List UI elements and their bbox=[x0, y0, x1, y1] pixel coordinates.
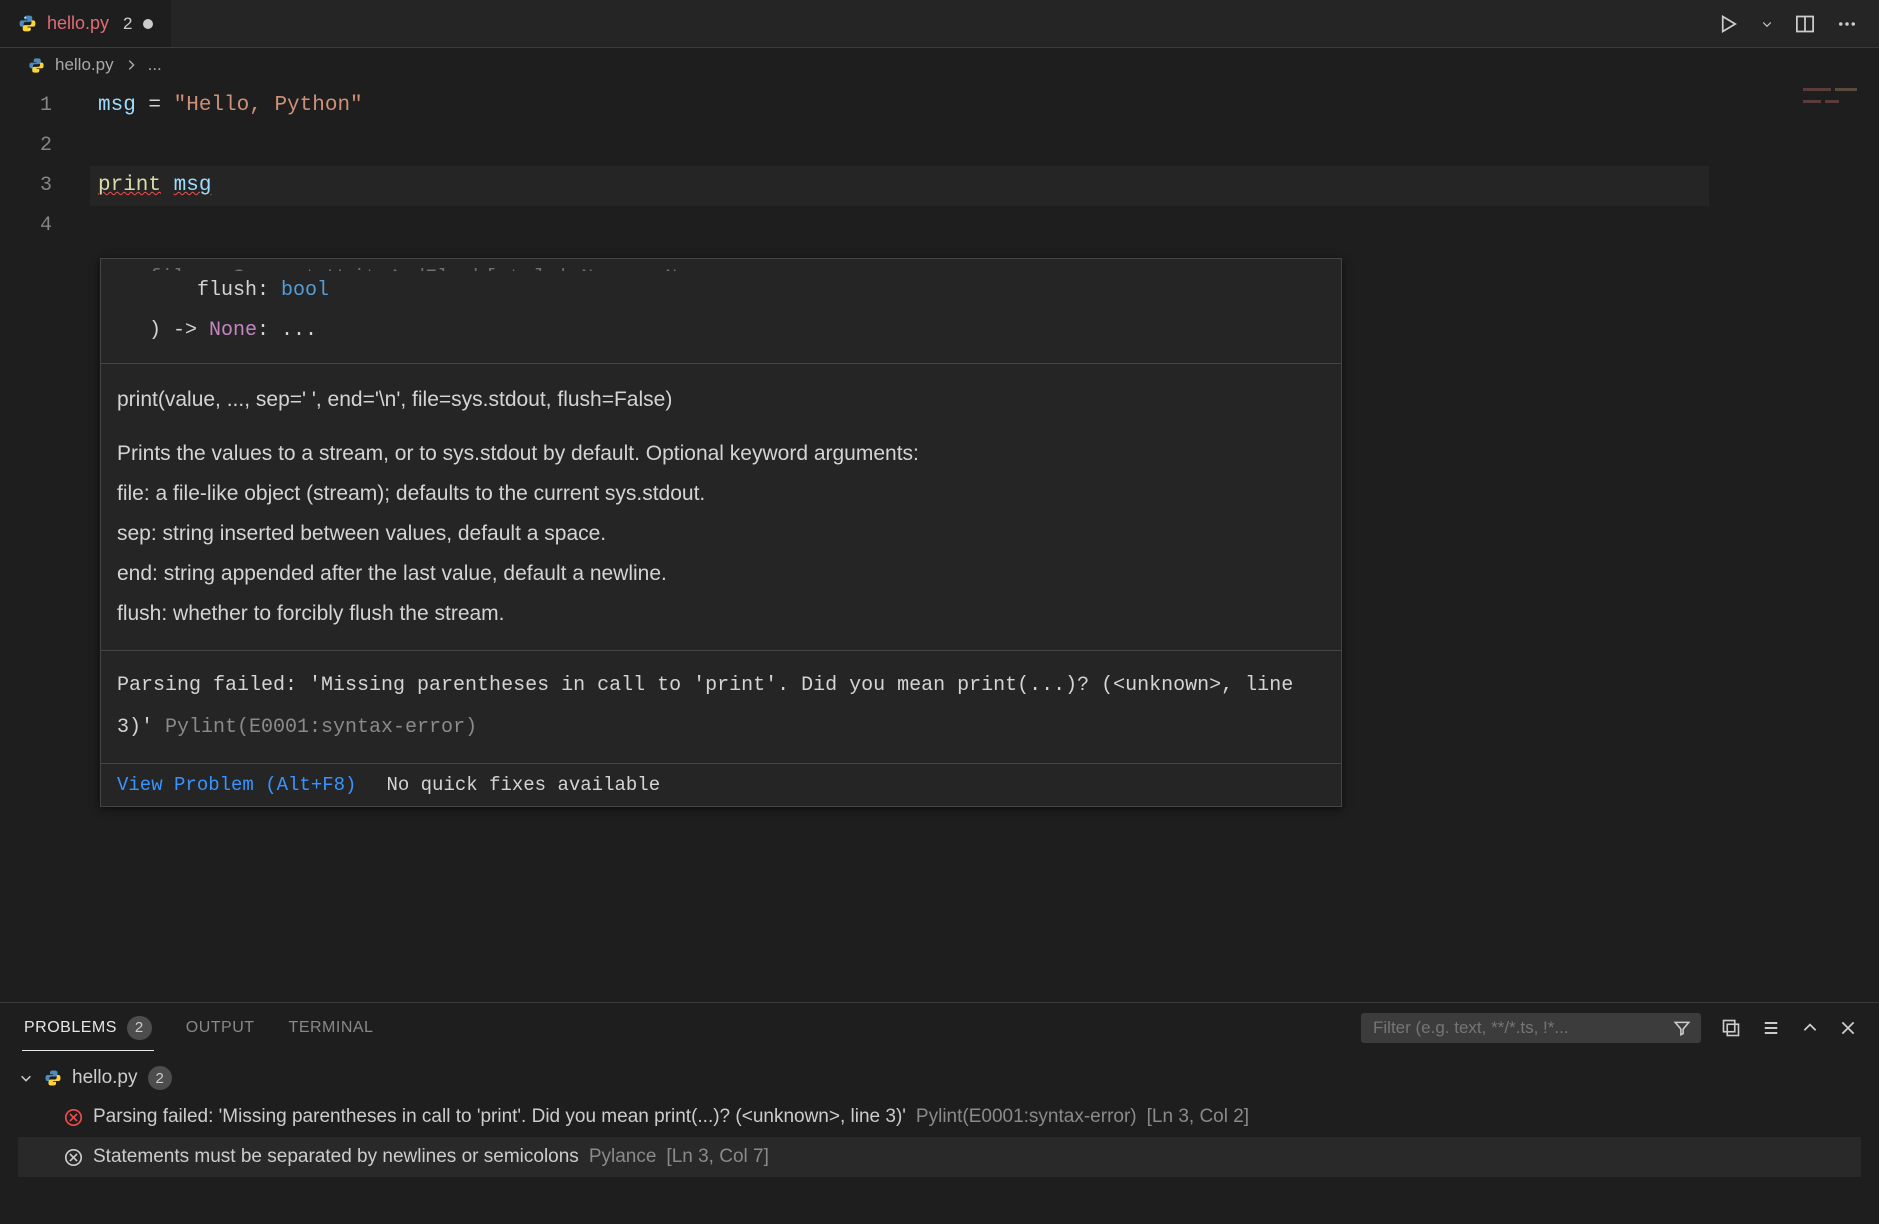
signature-overflow: file: _SupportsWriteAndFlush[str] | None… bbox=[149, 259, 1325, 271]
hover-documentation: print(value, ..., sep=' ', end='\n', fil… bbox=[101, 364, 1341, 651]
token-operator: = bbox=[136, 94, 174, 117]
minimap[interactable] bbox=[1803, 86, 1863, 116]
line-number: 3 bbox=[0, 166, 78, 206]
token-variable: msg bbox=[174, 174, 212, 197]
bottom-panel: PROBLEMS 2 OUTPUT TERMINAL bbox=[0, 1002, 1879, 1224]
filter-input[interactable] bbox=[1371, 1017, 1665, 1039]
tab-error-count: 2 bbox=[123, 14, 132, 34]
panel-tabs: PROBLEMS 2 OUTPUT TERMINAL bbox=[0, 1003, 1879, 1053]
doc-signature: print(value, ..., sep=' ', end='\n', fil… bbox=[117, 380, 1325, 420]
sig-param-type: bool bbox=[281, 279, 329, 302]
problems-count-badge: 2 bbox=[127, 1016, 152, 1040]
tab-label: OUTPUT bbox=[186, 1019, 255, 1037]
code-content[interactable]: msg = "Hello, Python" print msg bbox=[98, 86, 1709, 246]
breadcrumb[interactable]: hello.py ... bbox=[0, 48, 1879, 82]
file-problem-count: 2 bbox=[148, 1066, 172, 1090]
tab-hello-py[interactable]: hello.py 2 bbox=[0, 0, 171, 47]
tab-label: PROBLEMS bbox=[24, 1019, 117, 1037]
code-editor[interactable]: 1 2 3 4 msg = "Hello, Python" print msg … bbox=[0, 82, 1879, 1002]
token-function: print bbox=[98, 174, 161, 197]
line-number: 4 bbox=[0, 206, 78, 246]
hover-footer: View Problem (Alt+F8) No quick fixes ava… bbox=[101, 764, 1341, 806]
breadcrumb-file: hello.py bbox=[55, 55, 114, 75]
token-variable: msg bbox=[98, 94, 136, 117]
token-string: "Hello, Python" bbox=[174, 94, 363, 117]
doc-line: sep: string inserted between values, def… bbox=[117, 514, 1325, 554]
sig-arrow: ) -> bbox=[149, 319, 209, 342]
problem-location: [Ln 3, Col 7] bbox=[666, 1146, 768, 1168]
split-editor-icon[interactable] bbox=[1795, 14, 1815, 34]
breadcrumb-rest: ... bbox=[148, 55, 162, 75]
sig-param-name: flush: bbox=[149, 279, 281, 302]
filter-icon[interactable] bbox=[1673, 1019, 1691, 1037]
hover-popup: file: _SupportsWriteAndFlush[str] | None… bbox=[100, 258, 1342, 807]
problems-file-row[interactable]: hello.py 2 bbox=[18, 1059, 1861, 1097]
sig-return-type: None bbox=[209, 319, 257, 342]
editor-tabbar: hello.py 2 bbox=[0, 0, 1879, 48]
python-icon bbox=[44, 1069, 62, 1087]
tab-output[interactable]: OUTPUT bbox=[184, 1009, 257, 1047]
sig-ellipsis: : ... bbox=[257, 319, 317, 342]
problem-message: Statements must be separated by newlines… bbox=[93, 1146, 579, 1168]
view-as-list-icon[interactable] bbox=[1761, 1018, 1781, 1038]
tab-filename: hello.py bbox=[47, 13, 109, 34]
doc-line: flush: whether to forcibly flush the str… bbox=[117, 594, 1325, 634]
dirty-indicator-icon bbox=[143, 19, 153, 29]
doc-line: end: string appended after the last valu… bbox=[117, 554, 1325, 594]
run-icon[interactable] bbox=[1719, 14, 1739, 34]
chevron-right-icon bbox=[124, 58, 138, 72]
close-panel-icon[interactable] bbox=[1839, 1019, 1857, 1037]
doc-line: Prints the values to a stream, or to sys… bbox=[117, 434, 1325, 474]
chevron-down-icon[interactable] bbox=[18, 1071, 34, 1085]
problem-item[interactable]: Parsing failed: 'Missing parentheses in … bbox=[18, 1097, 1861, 1137]
more-actions-icon[interactable] bbox=[1837, 14, 1857, 34]
problems-filter[interactable] bbox=[1361, 1013, 1701, 1043]
line-number: 2 bbox=[0, 126, 78, 166]
problem-source: Pylint(E0001:syntax-error) bbox=[916, 1106, 1137, 1128]
doc-line: file: a file-like object (stream); defau… bbox=[117, 474, 1325, 514]
python-icon bbox=[28, 57, 45, 74]
file-name: hello.py bbox=[72, 1067, 138, 1089]
tab-problems[interactable]: PROBLEMS 2 bbox=[22, 1006, 154, 1051]
problem-item[interactable]: Statements must be separated by newlines… bbox=[18, 1137, 1861, 1177]
tab-terminal[interactable]: TERMINAL bbox=[287, 1009, 376, 1047]
python-icon bbox=[18, 14, 37, 33]
collapse-all-icon[interactable] bbox=[1721, 1018, 1741, 1038]
problem-location: [Ln 3, Col 2] bbox=[1147, 1106, 1249, 1128]
run-dropdown-icon[interactable] bbox=[1761, 18, 1773, 30]
hover-error: Parsing failed: 'Missing parentheses in … bbox=[101, 651, 1341, 764]
no-quick-fix-label: No quick fixes available bbox=[386, 774, 660, 796]
line-number: 1 bbox=[0, 86, 78, 126]
problems-list: hello.py 2 Parsing failed: 'Missing pare… bbox=[0, 1053, 1879, 1183]
problem-source: Pylance bbox=[589, 1146, 657, 1168]
line-gutter: 1 2 3 4 bbox=[0, 82, 78, 246]
tab-label: TERMINAL bbox=[289, 1019, 374, 1037]
problem-message: Parsing failed: 'Missing parentheses in … bbox=[93, 1106, 906, 1128]
error-source: Pylint(E0001:syntax-error) bbox=[165, 716, 477, 739]
chevron-up-icon[interactable] bbox=[1801, 1019, 1819, 1037]
hover-signature: file: _SupportsWriteAndFlush[str] | None… bbox=[101, 259, 1341, 364]
error-icon bbox=[64, 1148, 83, 1167]
view-problem-link[interactable]: View Problem (Alt+F8) bbox=[117, 774, 356, 796]
error-icon bbox=[64, 1108, 83, 1127]
